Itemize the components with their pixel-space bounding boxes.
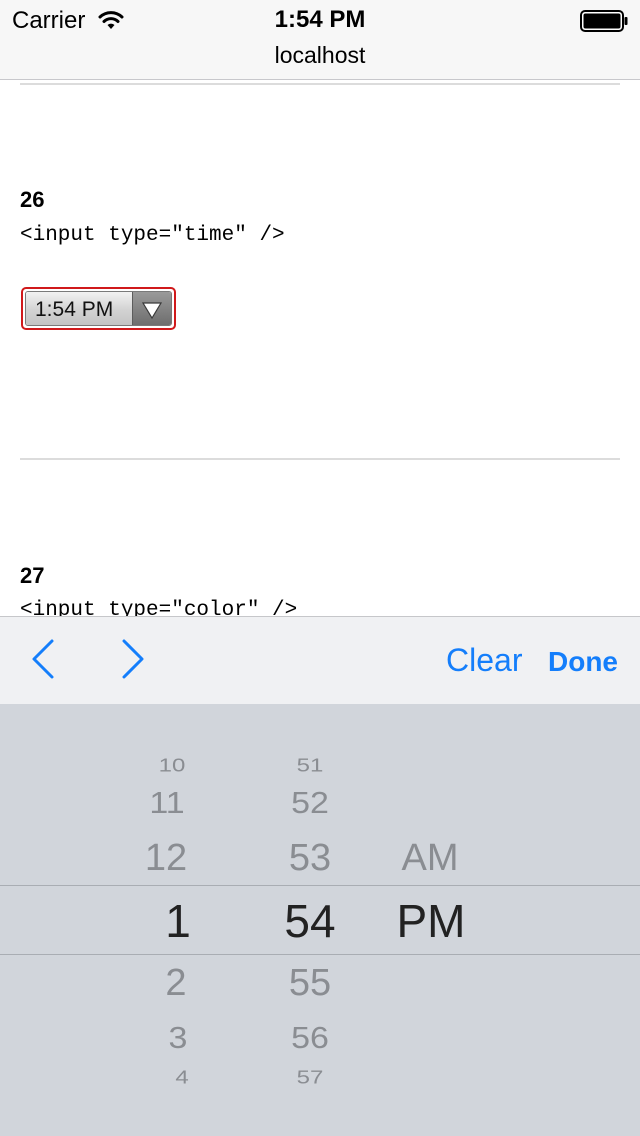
section-number-26: 26: [20, 187, 45, 212]
done-button[interactable]: Done: [548, 643, 618, 681]
picker-option[interactable]: 52: [260, 788, 360, 819]
picker-option[interactable]: 10: [122, 757, 222, 775]
web-page-content: 26 <input type="time" /> 1:54 PM 27 <inp…: [0, 80, 640, 616]
picker-option[interactable]: 12: [116, 839, 216, 877]
divider: [20, 83, 620, 85]
picker-option[interactable]: 3: [128, 1023, 228, 1054]
keyboard-accessory-bar: Clear Done: [0, 616, 640, 704]
picker-option[interactable]: AM: [380, 839, 480, 877]
picker-option[interactable]: 51: [260, 757, 360, 775]
divider: [20, 458, 620, 460]
clear-button[interactable]: Clear: [446, 641, 522, 679]
picker-option[interactable]: 57: [260, 1069, 360, 1087]
time-input[interactable]: 1:54 PM: [21, 287, 176, 330]
picker-option-selected[interactable]: 1: [128, 898, 228, 944]
selection-top-line: [0, 885, 640, 886]
picker-option[interactable]: 2: [126, 964, 226, 1002]
picker-option[interactable]: 11: [117, 788, 217, 819]
picker-option-selected[interactable]: 54: [260, 898, 360, 944]
time-input-value: 1:54 PM: [26, 292, 132, 325]
chevron-left-icon[interactable]: [24, 637, 64, 681]
dropdown-arrow-icon: [132, 292, 171, 325]
battery-icon: [580, 10, 628, 32]
status-clock: 1:54 PM: [274, 6, 366, 33]
chevron-right-icon[interactable]: [112, 637, 152, 681]
picker-option[interactable]: 4: [132, 1069, 232, 1087]
section-code-27: <input type="color" />: [20, 599, 298, 616]
picker-option-selected[interactable]: PM: [381, 898, 481, 944]
picker-option[interactable]: 55: [260, 964, 360, 1002]
section-number-27: 27: [20, 563, 45, 588]
address-bar-url[interactable]: localhost: [0, 40, 640, 70]
selection-bottom-line: [0, 954, 640, 955]
section-code-26: <input type="time" />: [20, 224, 285, 247]
time-picker[interactable]: 10 11 12 1 2 3 4 51 52 53 54 55 56 57 AM…: [0, 704, 640, 1136]
picker-option[interactable]: 56: [260, 1023, 360, 1054]
browser-top-bar: Carrier 1:54 PM localhost: [0, 0, 640, 80]
picker-option[interactable]: 53: [260, 839, 360, 877]
